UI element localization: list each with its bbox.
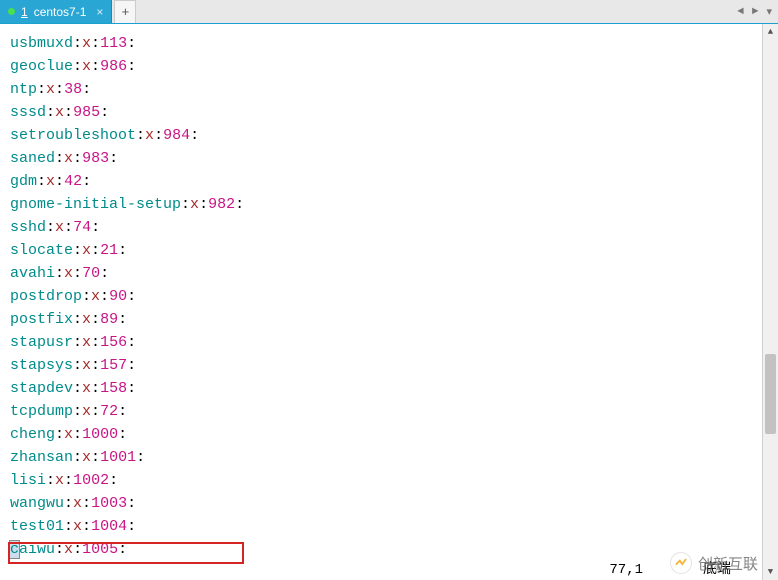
group-line: saned:x:983: xyxy=(10,147,773,170)
group-line: postfix:x:89: xyxy=(10,308,773,331)
scroll-up-icon[interactable]: ▲ xyxy=(763,24,778,40)
group-line: wangwu:x:1003: xyxy=(10,492,773,515)
scroll-label: 底端 xyxy=(703,559,731,580)
vertical-scrollbar[interactable]: ▲ ▼ xyxy=(762,24,778,580)
group-line: caiwu:x:1005: xyxy=(10,538,773,561)
group-line: geoclue:x:986: xyxy=(10,55,773,78)
scroll-thumb[interactable] xyxy=(765,354,776,434)
add-tab-button[interactable]: + xyxy=(114,0,136,23)
group-line: lisi:x:1002: xyxy=(10,469,773,492)
group-line: setroubleshoot:x:984: xyxy=(10,124,773,147)
group-line: postdrop:x:90: xyxy=(10,285,773,308)
group-line: zhansan:x:1001: xyxy=(10,446,773,469)
nav-right-icon[interactable]: ► xyxy=(750,6,761,18)
scroll-down-icon[interactable]: ▼ xyxy=(763,564,778,580)
tab-bar: 1 centos7-1 × + ◄ ► ▾ xyxy=(0,0,778,24)
terminal-viewport[interactable]: usbmuxd:x:113:geoclue:x:986:ntp:x:38:sss… xyxy=(0,24,778,580)
group-line: tcpdump:x:72: xyxy=(10,400,773,423)
group-line: usbmuxd:x:113: xyxy=(10,32,773,55)
group-line: avahi:x:70: xyxy=(10,262,773,285)
group-line: sssd:x:985: xyxy=(10,101,773,124)
group-line: gdm:x:42: xyxy=(10,170,773,193)
tab-nav: ◄ ► ▾ xyxy=(735,0,774,23)
group-line: test01:x:1004: xyxy=(10,515,773,538)
group-line: stapdev:x:158: xyxy=(10,377,773,400)
group-line: gnome-initial-setup:x:982: xyxy=(10,193,773,216)
scroll-track[interactable] xyxy=(763,40,778,564)
group-line: stapsys:x:157: xyxy=(10,354,773,377)
group-line: cheng:x:1000: xyxy=(10,423,773,446)
tab-close-icon[interactable]: × xyxy=(96,5,103,19)
nav-menu-icon[interactable]: ▾ xyxy=(764,5,774,19)
group-line: ntp:x:38: xyxy=(10,78,773,101)
group-line: sshd:x:74: xyxy=(10,216,773,239)
group-line: stapusr:x:156: xyxy=(10,331,773,354)
nav-left-icon[interactable]: ◄ xyxy=(735,6,746,18)
tab-title: centos7-1 xyxy=(34,5,87,19)
tab-active[interactable]: 1 centos7-1 × xyxy=(0,0,112,23)
status-dot-icon xyxy=(8,8,15,15)
status-bar: 77,1 底端 xyxy=(0,560,761,580)
terminal-lines: usbmuxd:x:113:geoclue:x:986:ntp:x:38:sss… xyxy=(10,32,773,561)
cursor-position: 77,1 xyxy=(609,559,643,580)
group-line: slocate:x:21: xyxy=(10,239,773,262)
tab-index: 1 xyxy=(21,5,28,19)
